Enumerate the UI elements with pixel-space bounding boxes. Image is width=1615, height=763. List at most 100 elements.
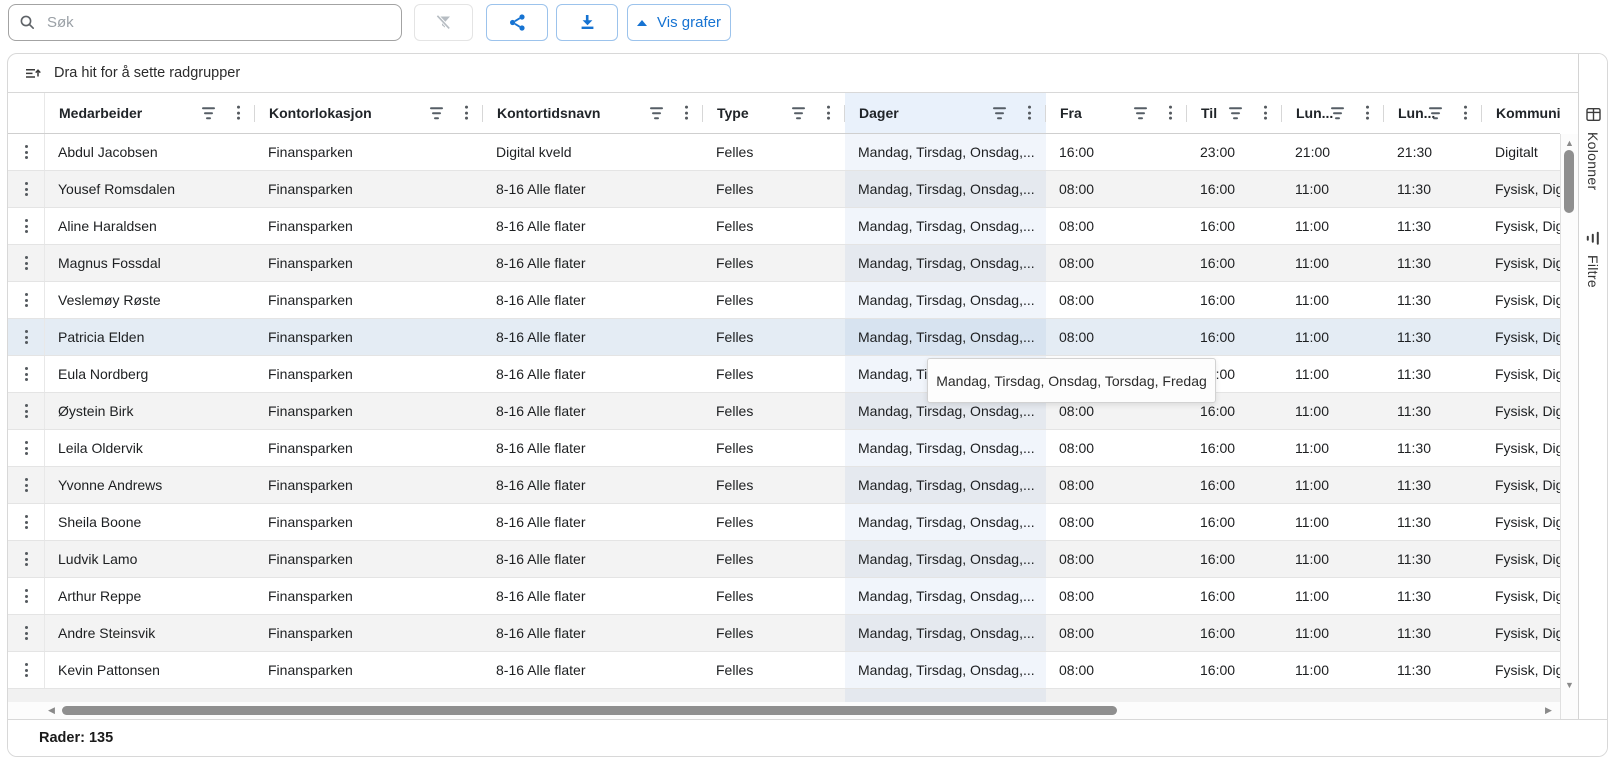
cell[interactable]: 16:00: [1187, 171, 1282, 207]
cell[interactable]: Felles: [703, 134, 845, 170]
table-row[interactable]: Leila OldervikFinansparken8-16 Alle flat…: [8, 430, 1560, 467]
cell[interactable]: Yvonne Andrews: [45, 467, 255, 503]
cell[interactable]: Mandag, Tirsdag, Onsdag,...: [845, 208, 1046, 244]
cell[interactable]: Felles: [703, 319, 845, 355]
column-menu-icon[interactable]: [1028, 105, 1031, 122]
cell[interactable]: Fysisk, Dig: [1482, 652, 1560, 688]
cell[interactable]: 11:00: [1282, 171, 1384, 207]
cell[interactable]: Fysisk, Dig: [1482, 467, 1560, 503]
cell[interactable]: 8-16 Alle flater: [483, 319, 703, 355]
cell[interactable]: Finansparken: [255, 282, 483, 318]
table-row[interactable]: Yvonne AndrewsFinansparken8-16 Alle flat…: [8, 467, 1560, 504]
cell[interactable]: Fysisk, Dig: [1482, 504, 1560, 540]
cell[interactable]: Fysisk, Dig: [1482, 541, 1560, 577]
cell[interactable]: Sheila Boone: [45, 504, 255, 540]
cell[interactable]: 11:30: [1384, 208, 1482, 244]
cell[interactable]: Abdul Jacobsen: [45, 134, 255, 170]
filter-icon[interactable]: [992, 105, 1006, 121]
cell[interactable]: 08:00: [1046, 208, 1187, 244]
scroll-down-arrow[interactable]: ▼: [1565, 680, 1574, 690]
cell[interactable]: Felles: [703, 245, 845, 281]
cell[interactable]: 11:00: [1282, 430, 1384, 466]
cell[interactable]: 16:00: [1187, 504, 1282, 540]
table-row[interactable]: Patricia EldenFinansparken8-16 Alle flat…: [8, 319, 1560, 356]
cell[interactable]: 8-16 Alle flater: [483, 541, 703, 577]
tab-filtre[interactable]: Filtre: [1585, 230, 1601, 287]
cell[interactable]: 11:30: [1384, 578, 1482, 614]
cell[interactable]: 08:00: [1046, 319, 1187, 355]
cell[interactable]: 08:00: [1046, 245, 1187, 281]
cell[interactable]: Finansparken: [255, 541, 483, 577]
cell[interactable]: Finansparken: [255, 504, 483, 540]
cell[interactable]: 11:00: [1282, 393, 1384, 429]
cell[interactable]: Felles: [703, 615, 845, 651]
cell[interactable]: Mandag, Tirsdag, Onsdag,...: [845, 541, 1046, 577]
row-group-panel[interactable]: Dra hit for å sette radgrupper: [8, 54, 1607, 93]
table-row[interactable]: Eula NordbergFinansparken8-16 Alle flate…: [8, 356, 1560, 393]
cell[interactable]: Felles: [703, 578, 845, 614]
column-menu-icon[interactable]: [237, 105, 240, 122]
cell[interactable]: 8-16 Alle flater: [483, 208, 703, 244]
cell[interactable]: Felles: [703, 652, 845, 688]
cell[interactable]: 8-16 Alle flater: [483, 393, 703, 429]
cell[interactable]: Fysisk, Dig: [1482, 578, 1560, 614]
download-button[interactable]: [556, 4, 618, 41]
row-menu-icon[interactable]: [25, 292, 28, 309]
column-header[interactable]: Lun...: [1282, 93, 1384, 133]
cell[interactable]: 11:00: [1282, 356, 1384, 392]
cell[interactable]: 08:00: [1046, 282, 1187, 318]
vertical-scrollbar[interactable]: ▲ ▼: [1560, 134, 1578, 719]
cell[interactable]: Finansparken: [255, 652, 483, 688]
cell[interactable]: Leila Oldervik: [45, 430, 255, 466]
row-menu-icon[interactable]: [25, 625, 28, 642]
column-header[interactable]: Kontortidsnavn: [483, 93, 703, 133]
cell[interactable]: Veslemøy Røste: [45, 282, 255, 318]
row-menu-icon[interactable]: [25, 366, 28, 383]
cell[interactable]: 08:00: [1046, 430, 1187, 466]
cell[interactable]: Felles: [703, 356, 845, 392]
cell[interactable]: 8-16 Alle flater: [483, 171, 703, 207]
cell[interactable]: Yousef Romsdalen: [45, 171, 255, 207]
cell[interactable]: 16:00: [1187, 319, 1282, 355]
column-header[interactable]: Fra: [1046, 93, 1187, 133]
cell[interactable]: 08:00: [1046, 578, 1187, 614]
cell[interactable]: Finansparken: [255, 615, 483, 651]
cell[interactable]: Mandag, Tirsdag, Onsdag,...: [845, 430, 1046, 466]
cell[interactable]: 08:00: [1046, 171, 1187, 207]
column-header[interactable]: Til: [1187, 93, 1282, 133]
cell[interactable]: 8-16 Alle flater: [483, 282, 703, 318]
table-row[interactable]: Yousef RomsdalenFinansparken8-16 Alle fl…: [8, 171, 1560, 208]
cell[interactable]: 23:00: [1187, 134, 1282, 170]
cell[interactable]: 8-16 Alle flater: [483, 467, 703, 503]
cell[interactable]: Felles: [703, 208, 845, 244]
row-menu-icon[interactable]: [25, 255, 28, 272]
cell[interactable]: Finansparken: [255, 467, 483, 503]
column-header[interactable]: Lun...: [1384, 93, 1482, 133]
cell[interactable]: 16:00: [1187, 541, 1282, 577]
cell[interactable]: 11:00: [1282, 245, 1384, 281]
horizontal-scrollbar-thumb[interactable]: [62, 706, 1117, 715]
horizontal-scrollbar[interactable]: ◀ ▶: [8, 702, 1560, 719]
cell[interactable]: 11:00: [1282, 319, 1384, 355]
row-menu-icon[interactable]: [25, 514, 28, 531]
cell[interactable]: 16:00: [1187, 578, 1282, 614]
filter-icon[interactable]: [1428, 105, 1442, 121]
filter-icon[interactable]: [1330, 105, 1344, 121]
show-charts-button[interactable]: Vis grafer: [627, 4, 731, 41]
column-menu-icon[interactable]: [1366, 105, 1369, 122]
search-input[interactable]: [45, 13, 391, 32]
cell[interactable]: 08:00: [1046, 652, 1187, 688]
cell[interactable]: 16:00: [1187, 652, 1282, 688]
table-row[interactable]: Magnus FossdalFinansparken8-16 Alle flat…: [8, 245, 1560, 282]
filter-icon[interactable]: [791, 105, 805, 121]
cell[interactable]: 08:00: [1046, 541, 1187, 577]
row-menu-icon[interactable]: [25, 181, 28, 198]
clear-filters-button[interactable]: [414, 4, 473, 41]
row-menu-icon[interactable]: [25, 218, 28, 235]
cell[interactable]: Felles: [703, 504, 845, 540]
column-menu-icon[interactable]: [827, 105, 830, 122]
row-menu-icon[interactable]: [25, 551, 28, 568]
cell[interactable]: Fysisk, Dig: [1482, 208, 1560, 244]
table-row[interactable]: Sheila BooneFinansparken8-16 Alle flater…: [8, 504, 1560, 541]
cell[interactable]: 8-16 Alle flater: [483, 578, 703, 614]
